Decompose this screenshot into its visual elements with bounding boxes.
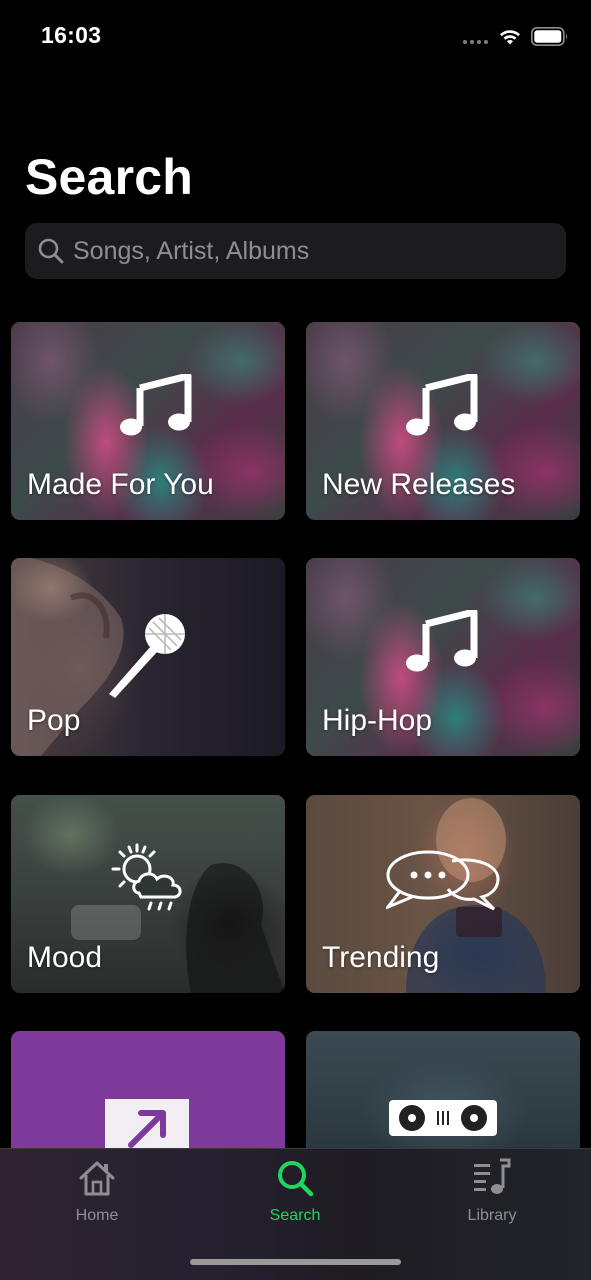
- category-tile-trending[interactable]: Trending: [306, 795, 580, 993]
- home-icon: [79, 1161, 115, 1196]
- search-icon: [38, 238, 64, 264]
- library-icon: [474, 1158, 511, 1194]
- category-tile-trending-arrow[interactable]: [11, 1031, 285, 1148]
- category-label: Made For You: [27, 468, 214, 501]
- category-tile-made-for-you[interactable]: Made For You: [11, 322, 285, 520]
- category-label: Mood: [27, 941, 103, 974]
- category-tile-mood[interactable]: Mood: [11, 795, 285, 993]
- category-tile-hip-hop[interactable]: Hip-Hop: [306, 558, 580, 756]
- search-icon: [278, 1161, 314, 1197]
- search-screen: 16:03 Made For You New Releases Pop Hip-…: [0, 0, 591, 1280]
- category-label: Trending: [322, 941, 440, 974]
- tab-label: Search: [269, 1207, 321, 1224]
- category-tile-pop[interactable]: Pop: [11, 558, 285, 756]
- search-bar[interactable]: [25, 223, 566, 279]
- trending-arrow-icon: [105, 1099, 189, 1148]
- category-label: Pop: [27, 704, 81, 737]
- turntables-icon: [389, 1100, 497, 1136]
- home-indicator[interactable]: [190, 1259, 401, 1265]
- tab-search[interactable]: Search: [235, 1149, 355, 1233]
- chat-bubbles-icon: [386, 850, 500, 911]
- tab-library[interactable]: Library: [432, 1149, 552, 1233]
- music-note-icon: [406, 610, 478, 672]
- tab-label: Library: [467, 1207, 517, 1224]
- category-label: Hip-Hop: [322, 704, 433, 737]
- music-note-icon: [120, 374, 192, 436]
- tab-label: Home: [75, 1207, 119, 1224]
- search-input[interactable]: [73, 223, 553, 279]
- page-title: Search: [25, 149, 193, 205]
- category-tile-new-releases[interactable]: New Releases: [306, 322, 580, 520]
- category-tile-turntables[interactable]: [306, 1031, 580, 1148]
- music-note-icon: [406, 374, 478, 436]
- tab-home[interactable]: Home: [37, 1149, 157, 1233]
- microphone-icon: [109, 614, 185, 698]
- category-label: New Releases: [322, 468, 516, 501]
- weather-icon: [111, 843, 182, 911]
